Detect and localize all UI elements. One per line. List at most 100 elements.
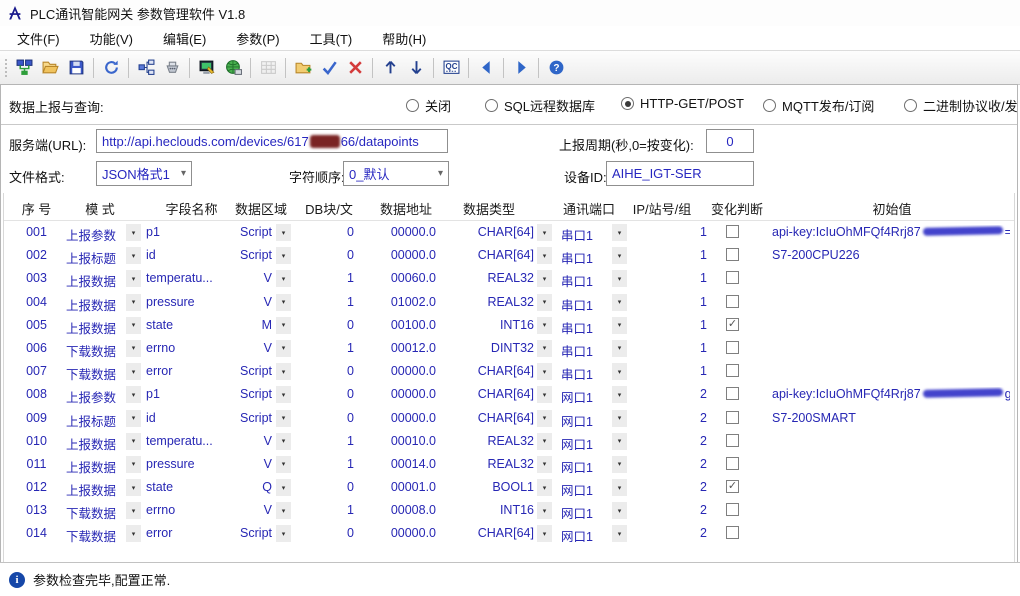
type-dropdown[interactable]: ▾ bbox=[537, 479, 552, 497]
move-up-icon[interactable] bbox=[377, 55, 403, 80]
change-detect-checkbox[interactable] bbox=[726, 225, 739, 238]
table-row[interactable]: 014 下载数据 ▾ error Script ▾ 0 00000.0 CHAR[64] ▾ 网口1… bbox=[4, 522, 1014, 545]
mode-dropdown[interactable]: ▾ bbox=[126, 316, 141, 334]
change-detect-checkbox[interactable] bbox=[726, 340, 739, 354]
type-dropdown[interactable]: ▾ bbox=[537, 363, 552, 381]
mode-dropdown[interactable]: ▾ bbox=[126, 409, 141, 427]
type-dropdown[interactable]: ▾ bbox=[537, 293, 552, 311]
area-dropdown[interactable]: ▾ bbox=[276, 525, 291, 543]
mode-dropdown[interactable]: ▾ bbox=[126, 247, 141, 265]
type-dropdown[interactable]: ▾ bbox=[537, 386, 552, 404]
mode-dropdown[interactable]: ▾ bbox=[126, 293, 141, 311]
serial-port-icon[interactable] bbox=[159, 55, 185, 80]
change-detect-checkbox[interactable] bbox=[726, 387, 739, 401]
file-format-select[interactable]: JSON格式1 ▾ bbox=[96, 161, 192, 186]
menu-help[interactable]: 帮助(H) bbox=[367, 26, 441, 51]
area-dropdown[interactable]: ▾ bbox=[276, 432, 291, 450]
table-row[interactable]: 012 上报数据 ▾ state Q ▾ 0 00001.0 BOOL1 ▾ 网口1 ▾ 2 ✓ bbox=[4, 476, 1014, 499]
area-dropdown[interactable]: ▾ bbox=[276, 409, 291, 427]
change-detect-checkbox[interactable]: ✓ bbox=[726, 480, 739, 494]
change-detect-checkbox[interactable] bbox=[726, 526, 739, 540]
mode-dropdown[interactable]: ▾ bbox=[126, 455, 141, 473]
table-row[interactable]: 005 上报数据 ▾ state M ▾ 0 00100.0 INT16 ▾ 串口1 ▾ 1 ✓ bbox=[4, 314, 1014, 337]
table-row[interactable]: 009 上报标题 ▾ id Script ▾ 0 00000.0 CHAR[64] ▾ 网口1 ▾ 2 S… bbox=[4, 407, 1014, 430]
folder-add-icon[interactable] bbox=[290, 55, 316, 80]
port-dropdown[interactable]: ▾ bbox=[612, 224, 627, 241]
change-detect-checkbox[interactable] bbox=[726, 433, 739, 447]
change-detect-checkbox[interactable] bbox=[726, 456, 739, 470]
type-dropdown[interactable]: ▾ bbox=[537, 339, 552, 357]
qc-icon[interactable]: QC bbox=[438, 55, 464, 80]
table-row[interactable]: 011 上报数据 ▾ pressure V ▾ 1 00014.0 REAL32 ▾ 网口1 ▾ 2 bbox=[4, 453, 1014, 476]
area-dropdown[interactable]: ▾ bbox=[276, 316, 291, 334]
type-dropdown[interactable]: ▾ bbox=[537, 409, 552, 427]
connect-icon[interactable] bbox=[11, 55, 37, 80]
change-detect-checkbox[interactable] bbox=[726, 410, 739, 424]
topology-icon[interactable] bbox=[133, 55, 159, 80]
move-down-icon[interactable] bbox=[403, 55, 429, 80]
radio-report-2[interactable]: HTTP-GET/POST bbox=[621, 96, 744, 111]
port-dropdown[interactable]: ▾ bbox=[612, 363, 627, 381]
network-globe-icon[interactable] bbox=[220, 55, 246, 80]
change-detect-checkbox[interactable] bbox=[726, 271, 739, 285]
save-icon[interactable] bbox=[63, 55, 89, 80]
port-dropdown[interactable]: ▾ bbox=[612, 339, 627, 357]
type-dropdown[interactable]: ▾ bbox=[537, 316, 552, 334]
mode-dropdown[interactable]: ▾ bbox=[126, 502, 141, 520]
area-dropdown[interactable]: ▾ bbox=[276, 455, 291, 473]
port-dropdown[interactable]: ▾ bbox=[612, 525, 627, 543]
help-icon[interactable]: ? bbox=[543, 55, 569, 80]
area-dropdown[interactable]: ▾ bbox=[276, 502, 291, 520]
table-row[interactable]: 002 上报标题 ▾ id Script ▾ 0 00000.0 CHAR[64] ▾ 串口1 ▾ 1 S… bbox=[4, 244, 1014, 267]
area-dropdown[interactable]: ▾ bbox=[276, 479, 291, 497]
menu-function[interactable]: 功能(V) bbox=[75, 26, 148, 51]
next-icon[interactable] bbox=[508, 55, 534, 80]
change-detect-checkbox[interactable] bbox=[726, 294, 739, 308]
radio-report-0[interactable]: 关闭 bbox=[406, 96, 451, 115]
server-url-input[interactable]: http://api.heclouds.com/devices/617 66/da… bbox=[96, 129, 448, 153]
port-dropdown[interactable]: ▾ bbox=[612, 316, 627, 334]
menu-edit[interactable]: 编辑(E) bbox=[148, 26, 221, 51]
byte-order-select[interactable]: 0_默认 ▾ bbox=[343, 161, 449, 186]
port-dropdown[interactable]: ▾ bbox=[612, 247, 627, 265]
table-row[interactable]: 013 下载数据 ▾ errno V ▾ 1 00008.0 INT16 ▾ 网口1 ▾ 2 bbox=[4, 499, 1014, 522]
radio-report-4[interactable]: 二进制协议收/发 bbox=[904, 96, 1018, 115]
area-dropdown[interactable]: ▾ bbox=[276, 247, 291, 265]
type-dropdown[interactable]: ▾ bbox=[537, 224, 552, 241]
radio-report-3[interactable]: MQTT发布/订阅 bbox=[763, 96, 874, 115]
check-icon[interactable] bbox=[316, 55, 342, 80]
monitor-edit-icon[interactable] bbox=[194, 55, 220, 80]
report-period-input[interactable]: 0 bbox=[706, 129, 754, 153]
radio-report-1[interactable]: SQL远程数据库 bbox=[485, 96, 595, 115]
mode-dropdown[interactable]: ▾ bbox=[126, 479, 141, 497]
mode-dropdown[interactable]: ▾ bbox=[126, 432, 141, 450]
area-dropdown[interactable]: ▾ bbox=[276, 270, 291, 288]
mode-dropdown[interactable]: ▾ bbox=[126, 386, 141, 404]
prev-icon[interactable] bbox=[473, 55, 499, 80]
type-dropdown[interactable]: ▾ bbox=[537, 455, 552, 473]
area-dropdown[interactable]: ▾ bbox=[276, 386, 291, 404]
type-dropdown[interactable]: ▾ bbox=[537, 432, 552, 450]
change-detect-checkbox[interactable] bbox=[726, 364, 739, 378]
change-detect-checkbox[interactable]: ✓ bbox=[726, 317, 739, 331]
table-row[interactable]: 007 下载数据 ▾ error Script ▾ 0 00000.0 CHAR[64] ▾ 串口1… bbox=[4, 360, 1014, 383]
cancel-icon[interactable] bbox=[342, 55, 368, 80]
table-row[interactable]: 010 上报数据 ▾ temperatu... V ▾ 1 00010.0 REAL32 ▾ 网口1… bbox=[4, 430, 1014, 453]
type-dropdown[interactable]: ▾ bbox=[537, 247, 552, 265]
menu-file[interactable]: 文件(F) bbox=[2, 26, 75, 51]
menu-params[interactable]: 参数(P) bbox=[221, 26, 294, 51]
type-dropdown[interactable]: ▾ bbox=[537, 270, 552, 288]
mode-dropdown[interactable]: ▾ bbox=[126, 224, 141, 241]
port-dropdown[interactable]: ▾ bbox=[612, 386, 627, 404]
area-dropdown[interactable]: ▾ bbox=[276, 293, 291, 311]
port-dropdown[interactable]: ▾ bbox=[612, 293, 627, 311]
mode-dropdown[interactable]: ▾ bbox=[126, 339, 141, 357]
table-row[interactable]: 003 上报数据 ▾ temperatu... V ▾ 1 00060.0 REAL32 ▾ 串口1… bbox=[4, 267, 1014, 290]
mode-dropdown[interactable]: ▾ bbox=[126, 525, 141, 543]
open-icon[interactable] bbox=[37, 55, 63, 80]
table-row[interactable]: 001 上报参数 ▾ p1 Script ▾ 0 00000.0 CHAR[64] ▾ 串口1 ▾ 1 a… bbox=[4, 221, 1014, 244]
mode-dropdown[interactable]: ▾ bbox=[126, 363, 141, 381]
port-dropdown[interactable]: ▾ bbox=[612, 409, 627, 427]
menu-tools[interactable]: 工具(T) bbox=[295, 26, 368, 51]
area-dropdown[interactable]: ▾ bbox=[276, 339, 291, 357]
